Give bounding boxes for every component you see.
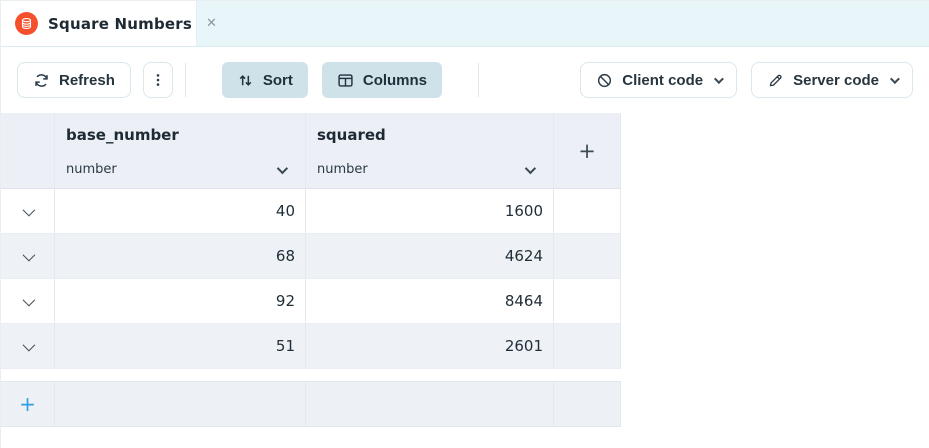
table-row: 68 4624	[1, 234, 621, 279]
cell-base-number[interactable]: 51	[55, 324, 306, 368]
tab-square-numbers[interactable]: Square Numbers ✕	[1, 1, 217, 46]
row-expander[interactable]	[1, 279, 55, 323]
tab-title: Square Numbers	[48, 14, 193, 33]
chevron-down-icon[interactable]	[276, 162, 289, 174]
more-options-button[interactable]	[142, 62, 173, 98]
column-header-base-number[interactable]: base_number number	[55, 113, 306, 188]
toolbar-divider	[478, 63, 480, 97]
toolbar-right-group: Client code Server code	[580, 62, 913, 98]
table-gap	[1, 369, 621, 381]
close-icon[interactable]: ✕	[206, 17, 217, 30]
column-name: squared	[317, 126, 386, 144]
cell-base-number[interactable]: 92	[55, 279, 306, 323]
chevron-down-icon	[22, 338, 36, 351]
toolbar: Refresh Sort Columns Client code Server …	[1, 47, 929, 113]
table-row: 92 8464	[1, 279, 621, 324]
server-code-label: Server code	[793, 71, 879, 89]
row-expander[interactable]	[1, 234, 55, 278]
cell-empty	[554, 324, 621, 368]
chevron-down-icon	[22, 203, 36, 216]
refresh-icon	[33, 72, 50, 89]
sort-label: Sort	[262, 71, 293, 89]
chevron-down-icon	[22, 248, 36, 261]
data-table: base_number number squared number + 40 1…	[1, 113, 621, 427]
column-type: number	[317, 162, 368, 177]
columns-icon	[337, 72, 354, 89]
refresh-button[interactable]: Refresh	[17, 62, 131, 98]
column-header-squared[interactable]: squared number	[306, 113, 554, 188]
cell-squared[interactable]: 4624	[306, 234, 554, 278]
cell-base-number[interactable]: 68	[55, 234, 306, 278]
add-row-button[interactable]: +	[1, 382, 55, 426]
add-column-button[interactable]: +	[554, 113, 621, 188]
pencil-icon	[767, 72, 784, 89]
cell-empty	[554, 234, 621, 278]
cell-squared[interactable]: 2601	[306, 324, 554, 368]
sort-button[interactable]: Sort	[221, 62, 308, 98]
chevron-down-icon[interactable]	[524, 162, 537, 174]
toolbar-divider	[184, 63, 186, 97]
table-row: 51 2601	[1, 324, 621, 369]
kebab-menu-icon	[150, 72, 166, 88]
column-name: base_number	[66, 126, 179, 144]
sort-arrows-icon	[237, 72, 254, 89]
cell-squared[interactable]: 1600	[306, 189, 554, 233]
column-type: number	[66, 162, 117, 177]
tab-bar: Square Numbers ✕	[1, 1, 929, 47]
cell-empty	[554, 279, 621, 323]
chevron-down-icon	[889, 73, 900, 84]
database-icon	[15, 12, 38, 35]
cell-empty	[554, 382, 621, 426]
add-row: +	[1, 381, 621, 427]
refresh-label: Refresh	[59, 71, 115, 89]
client-code-dropdown[interactable]: Client code	[580, 62, 738, 98]
cell-empty	[306, 382, 554, 426]
cell-squared[interactable]: 8464	[306, 279, 554, 323]
cell-base-number[interactable]: 40	[55, 189, 306, 233]
table-row: 40 1600	[1, 189, 621, 234]
client-code-label: Client code	[622, 71, 704, 89]
chevron-down-icon	[714, 73, 724, 84]
table-header-row: base_number number squared number +	[1, 113, 621, 189]
chevron-down-icon	[22, 293, 36, 306]
plus-icon: +	[19, 392, 36, 416]
plus-icon: +	[578, 138, 596, 163]
app-window: Square Numbers ✕ Refresh Sort Columns Cl…	[0, 0, 929, 448]
cell-empty	[55, 382, 306, 426]
header-corner-cell	[1, 113, 55, 188]
row-expander[interactable]	[1, 324, 55, 368]
columns-label: Columns	[362, 71, 428, 89]
slash-circle-icon	[596, 72, 613, 89]
server-code-dropdown[interactable]: Server code	[751, 62, 913, 98]
cell-empty	[554, 189, 621, 233]
columns-button[interactable]: Columns	[321, 62, 443, 98]
row-expander[interactable]	[1, 189, 55, 233]
